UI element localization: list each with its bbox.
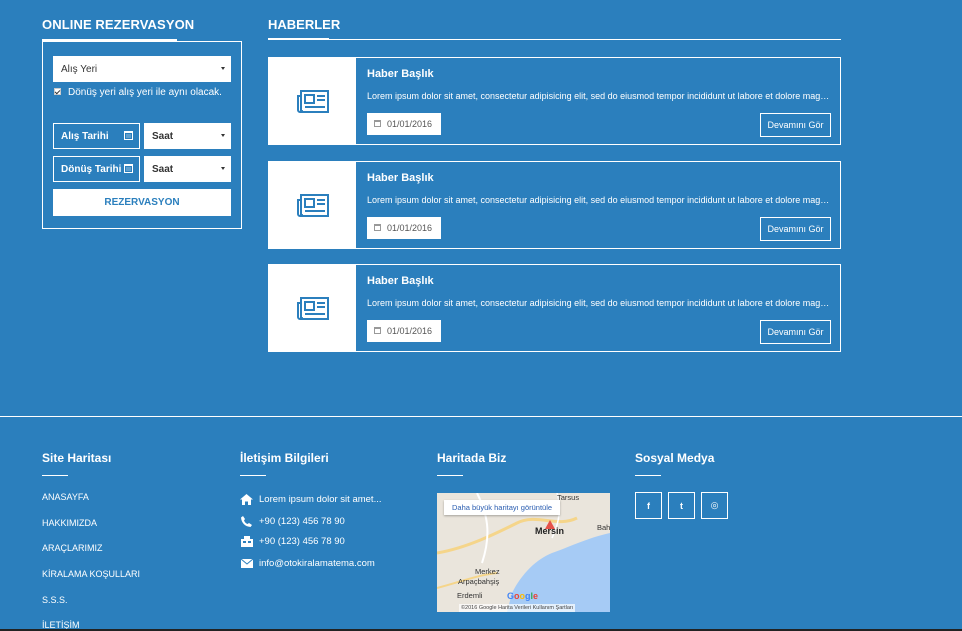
larger-map-link[interactable]: Daha büyük haritayı görüntüle (444, 500, 561, 515)
newspaper-icon (296, 296, 329, 320)
reservation-submit-button[interactable]: REZERVASYON (53, 189, 231, 216)
map-title-underline (437, 475, 463, 476)
pickup-date-field[interactable]: Alış Tarihi (53, 123, 140, 149)
news-date: 01/01/2016 (367, 217, 441, 239)
news-excerpt: Lorem ipsum dolor sit amet, consectetur … (367, 195, 832, 205)
instagram-button[interactable]: ◎ (701, 492, 728, 519)
news-headline[interactable]: Haber Başlık (367, 172, 434, 184)
return-same-checkbox[interactable] (54, 88, 61, 95)
sitemap-link[interactable]: ANASAYFA (42, 492, 140, 518)
news-excerpt: Lorem ipsum dolor sit amet, consectetur … (367, 91, 832, 101)
phone-icon (240, 516, 253, 527)
fax-icon (240, 536, 253, 547)
news-thumbnail (269, 162, 356, 249)
pickup-date-label: Alış Tarihi (61, 130, 109, 142)
sitemap-links: ANASAYFA HAKKIMIZDA ARAÇLARIMIZ KİRALAMA KO… (42, 492, 140, 631)
news-thumbnail (269, 265, 356, 352)
map-place-label: Tarsus (557, 493, 580, 502)
social-title-underline (635, 475, 661, 476)
google-logo-g: G (507, 591, 515, 601)
facebook-button[interactable]: f (635, 492, 662, 519)
contact-phone: +90 (123) 456 78 90 (240, 516, 345, 527)
sitemap-link[interactable]: S.S.S. (42, 595, 140, 621)
return-time-value: Saat (152, 163, 174, 175)
map-place-label: Arpaçbahşiş (458, 577, 500, 586)
news-item: Haber Başlık Lorem ipsum dolor sit amet,… (268, 57, 841, 145)
calendar-icon (124, 131, 133, 140)
newspaper-icon (296, 193, 329, 217)
caret-down-icon (221, 134, 225, 137)
news-title: HABERLER (268, 17, 341, 32)
news-headline[interactable]: Haber Başlık (367, 275, 434, 287)
return-date-field[interactable]: Dönüş Tarihi (53, 156, 140, 182)
google-logo: Google (507, 591, 538, 601)
home-icon (240, 494, 253, 505)
sitemap-link[interactable]: ARAÇLARIMIZ (42, 543, 140, 569)
news-headline[interactable]: Haber Başlık (367, 68, 434, 80)
news-title-underline (268, 38, 329, 40)
map-city-label: Mersin (535, 526, 565, 536)
instagram-icon: ◎ (710, 500, 719, 510)
calendar-icon (374, 224, 381, 231)
contact-phone-text[interactable]: +90 (123) 456 78 90 (259, 516, 345, 527)
calendar-icon (374, 327, 381, 334)
contact-fax-text: +90 (123) 456 78 90 (259, 536, 345, 547)
caret-down-icon (221, 167, 225, 170)
pickup-location-select[interactable]: Alış Yeri (53, 56, 231, 82)
caret-down-icon (221, 67, 225, 70)
return-date-label: Dönüş Tarihi (61, 163, 122, 175)
read-more-button[interactable]: Devamını Gör (760, 113, 831, 137)
contact-title-underline (240, 475, 266, 476)
read-more-button[interactable]: Devamını Gör (760, 320, 831, 344)
calendar-icon (124, 164, 133, 173)
map-place-label: Merkez (475, 567, 500, 576)
social-title: Sosyal Medya (635, 451, 715, 465)
contact-email-text[interactable]: info@otokiralamatema.com (259, 558, 375, 569)
reservation-form: Alış Yeri Dönüş yeri alış yeri ile aynı … (42, 41, 242, 229)
twitter-button[interactable]: t (668, 492, 695, 519)
pickup-location-value: Alış Yeri (61, 63, 98, 75)
newspaper-icon (296, 89, 329, 113)
contact-fax: +90 (123) 456 78 90 (240, 536, 345, 547)
footer-divider (0, 416, 962, 417)
read-more-button[interactable]: Devamını Gör (760, 217, 831, 241)
pickup-time-select[interactable]: Saat (144, 123, 231, 149)
contact-email: info@otokiralamatema.com (240, 558, 375, 569)
news-item: Haber Başlık Lorem ipsum dolor sit amet,… (268, 161, 841, 249)
contact-address: Lorem ipsum dolor sit amet... (240, 494, 382, 505)
map-place-label: Bah (597, 523, 610, 532)
reservation-title: ONLINE REZERVASYON (42, 17, 195, 32)
news-date: 01/01/2016 (367, 320, 441, 342)
map-embed[interactable]: Daha büyük haritayı görüntüle Mersin Mer… (437, 493, 610, 612)
return-same-label: Dönüş yeri alış yeri ile aynı olacak. (68, 87, 222, 98)
sitemap-link[interactable]: HAKKIMIZDA (42, 518, 140, 544)
pickup-time-value: Saat (152, 130, 174, 142)
news-thumbnail (269, 58, 356, 145)
news-date-value: 01/01/2016 (387, 223, 433, 233)
sitemap-title: Site Haritası (42, 451, 112, 465)
sitemap-link[interactable]: KİRALAMA KOŞULLARI (42, 569, 140, 595)
news-date-value: 01/01/2016 (387, 326, 433, 336)
news-title-rule (268, 39, 841, 40)
envelope-icon (240, 558, 253, 569)
contact-address-text: Lorem ipsum dolor sit amet... (259, 494, 382, 505)
news-item: Haber Başlık Lorem ipsum dolor sit amet,… (268, 264, 841, 352)
sitemap-title-underline (42, 475, 68, 476)
calendar-icon (374, 120, 381, 127)
news-date-value: 01/01/2016 (387, 119, 433, 129)
google-logo-e: e (533, 591, 539, 601)
twitter-icon: t (680, 500, 683, 511)
map-attribution[interactable]: ©2016 Google Harita Verileri Kullanım Şa… (459, 604, 576, 612)
return-time-select[interactable]: Saat (144, 156, 231, 182)
map-place-label: Erdemli (457, 591, 483, 600)
facebook-icon: f (647, 500, 650, 511)
news-date: 01/01/2016 (367, 113, 441, 135)
contact-title: İletişim Bilgileri (240, 451, 329, 465)
map-title: Haritada Biz (437, 451, 507, 465)
news-excerpt: Lorem ipsum dolor sit amet, consectetur … (367, 298, 832, 308)
